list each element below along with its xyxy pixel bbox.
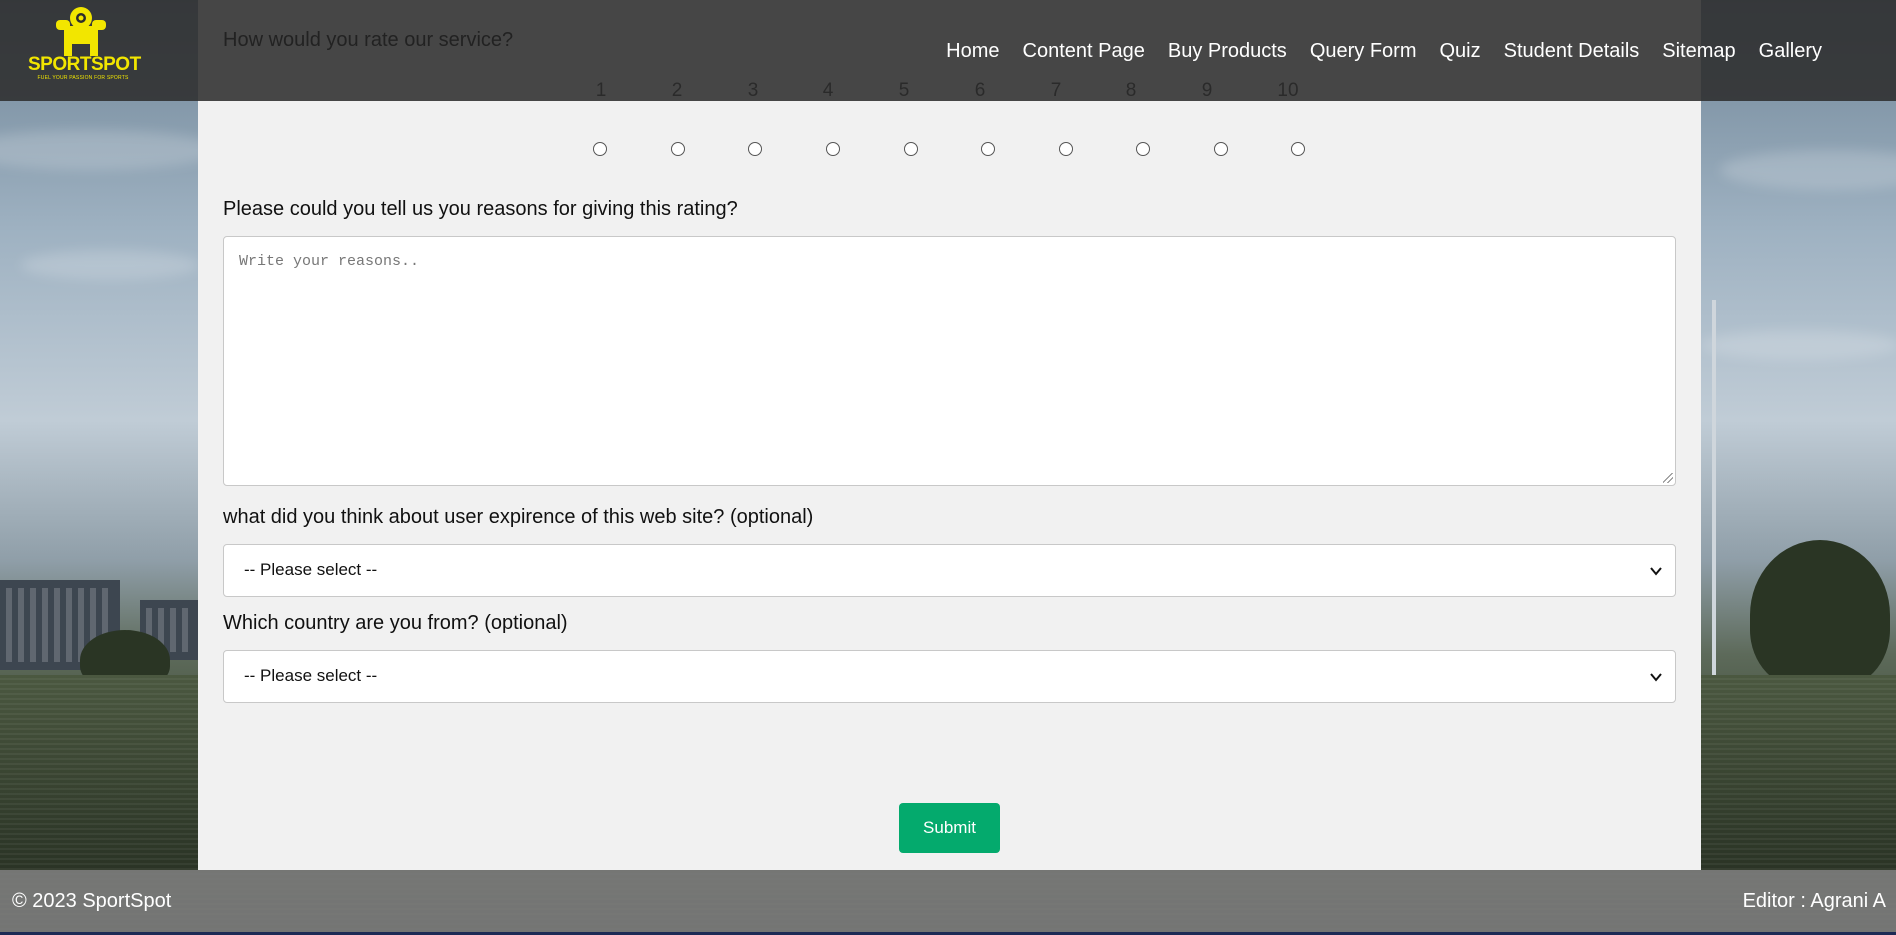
copyright-text: © 2023 SportSpot [12,890,172,912]
submit-button[interactable]: Submit [899,803,1000,853]
rating-radio-7[interactable] [1059,142,1073,156]
reasons-question: Please could you tell us you reasons for… [223,198,738,220]
rating-radio-5[interactable] [904,142,918,156]
reasons-placeholder: Write your reasons.. [239,253,420,270]
rating-radio-9[interactable] [1214,142,1228,156]
nav-sitemap[interactable]: Sitemap [1662,40,1735,63]
rating-radio-8[interactable] [1136,142,1150,156]
nav-home[interactable]: Home [946,40,999,63]
site-footer: © 2023 SportSpot Editor : Agrani A [0,870,1896,932]
brand-name: SPORTSPOT [28,54,141,75]
main-nav: Home Content Page Buy Products Query For… [923,40,1822,63]
reasons-textarea[interactable]: Write your reasons.. [223,236,1676,486]
site-logo[interactable]: SPORTSPOT FUEL YOUR PASSION FOR SPORTS [28,4,141,84]
chevron-down-icon [1650,673,1662,682]
rating-radio-10[interactable] [1291,142,1305,156]
ux-select[interactable]: -- Please select -- [223,544,1676,597]
country-select[interactable]: -- Please select -- [223,650,1676,703]
rating-radio-3[interactable] [748,142,762,156]
resize-grip-icon[interactable] [1663,473,1673,483]
rating-question: How would you rate our service? [223,29,514,51]
chevron-down-icon [1650,567,1662,576]
country-question: Which country are you from? (optional) [223,612,568,634]
brand-tagline: FUEL YOUR PASSION FOR SPORTS [37,75,129,81]
nav-content-page[interactable]: Content Page [1023,40,1145,63]
rating-radio-6[interactable] [981,142,995,156]
country-select-value: -- Please select -- [244,666,378,685]
feedback-form-panel: 1 2 3 4 5 6 7 8 9 10 Please could you te… [198,0,1701,870]
nav-query-form[interactable]: Query Form [1310,40,1417,63]
nav-buy-products[interactable]: Buy Products [1168,40,1287,63]
rating-radio-2[interactable] [671,142,685,156]
ux-select-value: -- Please select -- [244,560,378,579]
mascot-logo-icon [56,7,106,56]
editor-credit: Editor : Agrani A [1742,890,1886,912]
rating-radio-4[interactable] [826,142,840,156]
nav-student-details[interactable]: Student Details [1504,40,1640,63]
ux-question: what did you think about user expirence … [223,506,814,528]
nav-gallery[interactable]: Gallery [1759,40,1822,63]
rating-radio-1[interactable] [593,142,607,156]
nav-quiz[interactable]: Quiz [1440,40,1481,63]
